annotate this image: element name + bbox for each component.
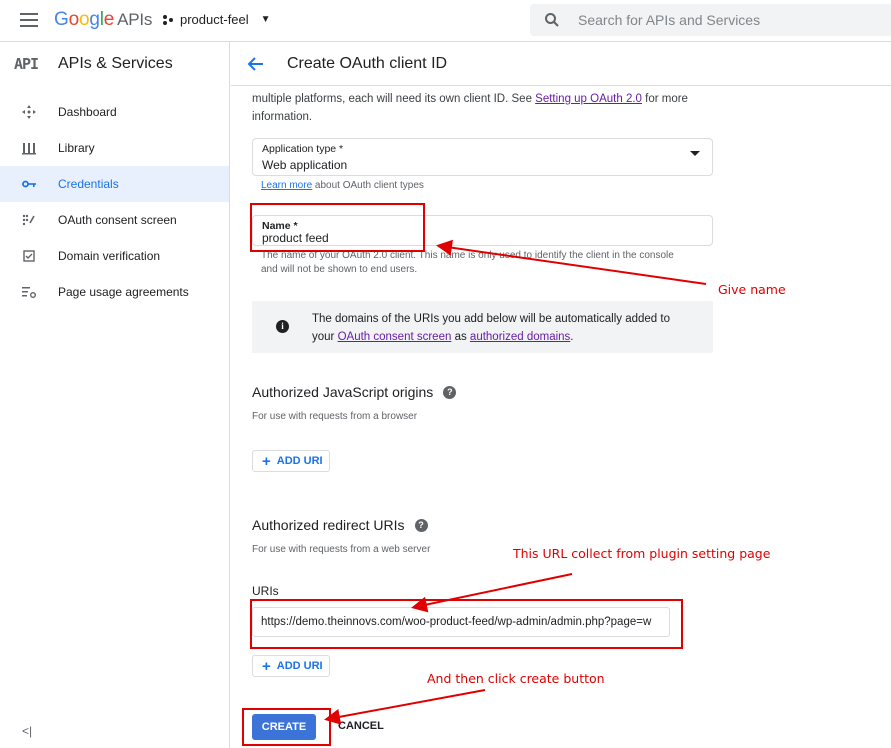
oauth-consent-screen-link[interactable]: OAuth consent screen [338,331,452,343]
add-uri-label: ADD URI [276,455,323,467]
dropdown-arrow-icon [690,151,700,156]
sidebar-item-label: Dashboard [58,105,117,119]
learn-more-link[interactable]: Learn more [261,180,312,191]
sidebar-item-library[interactable]: Library [0,130,229,166]
info-banner: i The domains of the URIs you add below … [252,301,713,353]
application-type-select[interactable]: Application type * Web application [252,138,713,176]
create-highlight-box [242,708,331,746]
top-bar: Google APIs product-feel ▼ [0,0,891,42]
name-highlight-box [250,203,425,252]
intro-text-part: multiple platforms, each will need its o… [252,93,536,105]
sidebar: API APIs & Services Dashboard Library Cr… [0,42,230,748]
sidebar-title: APIs & Services [58,55,173,72]
project-selector[interactable]: product-feel ▼ [162,12,271,27]
uris-label: URIs [252,584,279,598]
help-icon[interactable]: ? [443,385,457,399]
js-origins-subtitle: For use with requests from a browser [252,411,418,422]
logo-google: Google [54,9,115,30]
search-input[interactable] [578,10,878,30]
search-bar[interactable] [530,4,891,36]
library-icon [22,141,36,155]
url-annotation: This URL collect from plugin setting pag… [513,546,771,561]
sidebar-item-dashboard[interactable]: Dashboard [0,94,229,130]
project-dots-icon [163,14,173,25]
sidebar-item-label: Domain verification [58,249,161,263]
info-text-part: . [570,331,574,343]
page-title: Create OAuth client ID [287,54,448,72]
sidebar-item-page-usage[interactable]: Page usage agreements [0,274,229,310]
google-apis-logo[interactable]: Google APIs [54,9,152,31]
js-origins-title-text: Authorized JavaScript origins [252,384,434,400]
back-arrow-icon[interactable] [247,55,265,73]
sidebar-item-label: Library [58,141,95,155]
menu-icon[interactable] [20,13,38,27]
plus-icon: + [262,452,271,470]
add-js-origin-button[interactable]: + ADD URI [252,450,330,472]
collapse-sidebar-icon[interactable]: <| [22,724,32,738]
consent-icon [22,213,36,227]
intro-text: multiple platforms, each will need its o… [252,90,712,126]
redirect-uris-title-text: Authorized redirect URIs [252,517,405,533]
checkbox-icon [22,249,36,263]
info-text: The domains of the URIs you add below wi… [312,310,692,346]
add-uri-label: ADD URI [276,660,323,672]
key-icon [22,177,36,191]
add-redirect-uri-button[interactable]: + ADD URI [252,655,330,677]
learn-more-suffix: about OAuth client types [312,180,424,191]
dashboard-icon [22,105,36,119]
sidebar-item-oauth-consent[interactable]: OAuth consent screen [0,202,229,238]
application-type-label: Application type * [262,143,344,155]
sidebar-nav: Dashboard Library Credentials OAuth cons… [0,94,229,310]
chevron-down-icon: ▼ [260,14,271,25]
redirect-uris-subtitle: For use with requests from a web server [252,544,431,555]
api-badge: API [14,55,39,73]
authorized-domains-link[interactable]: authorized domains [470,331,570,343]
sidebar-item-domain-verification[interactable]: Domain verification [0,238,229,274]
plus-icon: + [262,657,271,675]
js-origins-title: Authorized JavaScript origins ? [252,384,457,400]
help-icon[interactable]: ? [414,518,428,532]
settings-list-icon [22,285,36,299]
project-name: product-feel [180,12,249,27]
uri-highlight-box [250,599,683,649]
application-type-value: Web application [262,158,348,172]
page-header: Create OAuth client ID [231,42,891,86]
sidebar-item-label: Page usage agreements [58,285,189,299]
sidebar-item-credentials[interactable]: Credentials [0,166,229,202]
info-text-part: as [451,331,470,343]
search-icon [545,13,559,27]
cancel-button[interactable]: CANCEL [338,720,384,732]
info-icon: i [276,320,289,333]
setting-up-oauth-link[interactable]: Setting up OAuth 2.0 [535,93,642,105]
name-hint: The name of your OAuth 2.0 client. This … [261,250,674,275]
redirect-uris-title: Authorized redirect URIs ? [252,517,428,533]
create-annotation: And then click create button [427,671,605,686]
logo-apis: APIs [117,10,153,29]
learn-more-hint: Learn more about OAuth client types [261,179,424,193]
sidebar-item-label: OAuth consent screen [58,213,177,227]
sidebar-item-label: Credentials [58,177,119,191]
give-name-annotation: Give name [718,282,786,297]
sidebar-header: API APIs & Services [0,42,229,86]
